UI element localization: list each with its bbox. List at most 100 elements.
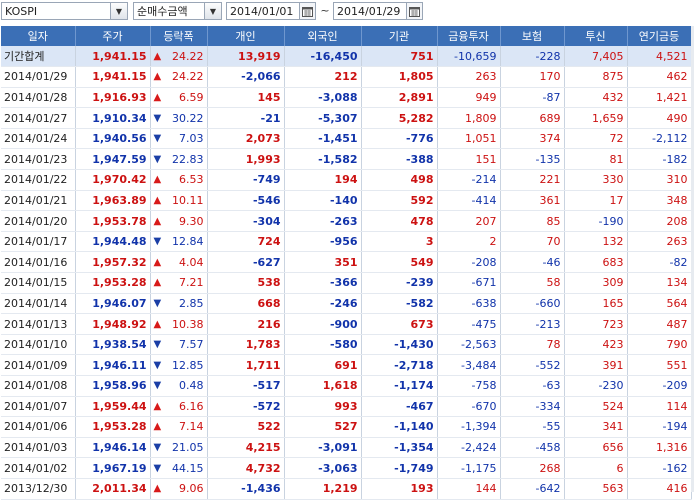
price-cell: 1,948.92 — [75, 313, 151, 335]
foreign-cell: -580 — [284, 334, 362, 356]
chevron-down-icon[interactable]: ▼ — [204, 3, 221, 19]
table-row[interactable]: 2014/01/08 1,958.96 ▼ 0.48 -517 1,618 -1,174 -7… — [1, 375, 692, 397]
financial-investment-cell: 263 — [437, 66, 501, 88]
table-row[interactable]: 2014/01/28 1,916.93 ▲ 6.59 145 -3,088 2,891 949… — [1, 87, 692, 109]
institution-cell: -388 — [361, 148, 438, 171]
individual-cell: -517 — [207, 375, 285, 397]
foreign-cell: -5,307 — [284, 107, 362, 129]
financial-investment-cell: 1,051 — [437, 128, 501, 150]
calendar-icon[interactable] — [299, 3, 315, 19]
investment-trust-cell: 432 — [564, 87, 628, 109]
foreign-cell: 527 — [284, 416, 362, 438]
change-value: 6.53 — [179, 173, 204, 187]
table-row[interactable]: 2014/01/07 1,959.44 ▲ 6.16 -572 993 -467 -670 -3… — [1, 396, 692, 418]
table-row[interactable]: 2014/01/03 1,946.14 ▼ 21.05 4,215 -3,091 -1,35… — [1, 437, 692, 459]
metric-select[interactable]: 순매수금액 ▼ — [133, 2, 222, 20]
insurance-cell: 58 — [500, 272, 565, 294]
financial-investment-cell: -414 — [437, 190, 501, 212]
table-row[interactable]: 2014/01/13 1,948.92 ▲ 10.38 216 -900 673 -475 -2… — [1, 313, 692, 335]
table-row[interactable]: 2014/01/24 1,940.56 ▼ 7.03 2,073 -1,451 -776 1,… — [1, 128, 692, 150]
col-header-foreign[interactable]: 외국인 — [284, 26, 362, 46]
change-value: 22.83 — [172, 152, 204, 166]
change-cell: ▼ 12.84 — [150, 231, 208, 253]
date-to-field[interactable]: 2014/01/29 — [333, 2, 423, 20]
col-header-pension[interactable]: 연기금등 — [627, 26, 692, 46]
change-value: 10.38 — [172, 317, 204, 331]
financial-investment-cell: -1,394 — [437, 416, 501, 438]
table-header-row: 일자 주가 등락폭 개인 외국인 기관 금융투자 보험 투신 연기금등 — [1, 26, 692, 46]
table-row[interactable]: 2014/01/17 1,944.48 ▼ 12.84 724 -956 3 2 70 132 26… — [1, 231, 692, 253]
foreign-cell: -3,088 — [284, 87, 362, 109]
institution-cell: -239 — [361, 272, 438, 294]
individual-cell: 2,073 — [207, 128, 285, 150]
financial-investment-cell: -2,563 — [437, 334, 501, 356]
col-header-individual[interactable]: 개인 — [207, 26, 285, 46]
date-cell: 2014/01/15 — [1, 272, 76, 294]
change-value: 4.04 — [179, 255, 204, 269]
table-row[interactable]: 2014/01/20 1,953.78 ▲ 9.30 -304 -263 478 207 85-… — [1, 210, 692, 232]
change-value: 7.03 — [179, 132, 204, 146]
col-header-insurance[interactable]: 보험 — [500, 26, 565, 46]
institution-cell: 592 — [361, 190, 438, 212]
pension-cell: 1,316 — [627, 437, 692, 459]
col-header-financial-investment[interactable]: 금융투자 — [437, 26, 501, 46]
foreign-cell: -140 — [284, 190, 362, 212]
change-value: 9.30 — [179, 214, 204, 228]
table-row[interactable]: 2014/01/14 1,946.07 ▼ 2.85 668 -246 -582 -638 -6… — [1, 293, 692, 315]
date-cell: 2014/01/22 — [1, 169, 76, 191]
table-row[interactable]: 2014/01/10 1,938.54 ▼ 7.57 1,783 -580 -1,430 -2… — [1, 334, 692, 356]
pension-cell: 564 — [627, 293, 692, 315]
pension-cell: 551 — [627, 354, 692, 376]
table-row[interactable]: 2014/01/02 1,967.19 ▼ 44.15 4,732 -3,063 -1,74… — [1, 457, 692, 479]
table-row[interactable]: 2014/01/27 1,910.34 ▼ 30.22 -21 -5,307 5,282 1,… — [1, 107, 692, 129]
table-row[interactable]: 2014/01/21 1,963.89 ▲ 10.11 -546 -140 592 -414 3… — [1, 190, 692, 212]
foreign-cell: -263 — [284, 210, 362, 232]
institution-cell: -1,140 — [361, 416, 438, 438]
date-from-field[interactable]: 2014/01/01 — [226, 2, 316, 20]
institution-cell: 498 — [361, 169, 438, 191]
summary-row[interactable]: 기간합계 1,941.15 ▲ 24.22 13,919 -16,450 751 -10,65… — [1, 46, 692, 68]
table-row[interactable]: 2014/01/29 1,941.15 ▲ 24.22 -2,066 212 1,805 26… — [1, 66, 692, 88]
date-cell: 2014/01/23 — [1, 148, 76, 171]
pension-cell: -2,112 — [627, 128, 692, 150]
price-cell: 1,958.96 — [75, 375, 151, 397]
change-cell: ▲ 6.16 — [150, 396, 208, 418]
change-value: 2.85 — [179, 296, 204, 310]
pension-cell: 4,521 — [627, 46, 692, 68]
date-cell: 2014/01/29 — [1, 66, 76, 88]
col-header-institution[interactable]: 기관 — [361, 26, 438, 46]
table-row[interactable]: 2013/12/30 2,011.34 ▲ 9.06 -1,436 1,219 193 144… — [1, 478, 692, 500]
date-cell: 기간합계 — [1, 46, 76, 68]
investment-trust-cell: 391 — [564, 354, 628, 376]
institution-cell: 2,891 — [361, 87, 438, 109]
investment-trust-cell: 17 — [564, 190, 628, 212]
triangle-up-icon: ▲ — [153, 483, 162, 495]
price-cell: 1,916.93 — [75, 87, 151, 109]
price-cell: 1,946.14 — [75, 437, 151, 459]
col-header-price[interactable]: 주가 — [75, 26, 151, 46]
col-header-change[interactable]: 등락폭 — [150, 26, 208, 46]
investment-trust-cell: 423 — [564, 334, 628, 356]
table-row[interactable]: 2014/01/15 1,953.28 ▲ 7.21 538 -366 -239 -671 58… — [1, 272, 692, 294]
table-row[interactable]: 2014/01/22 1,970.42 ▲ 6.53 -749 194 498 -214 221… — [1, 169, 692, 191]
table-row[interactable]: 2014/01/06 1,953.28 ▲ 7.14 522 527 -1,140 -1,39… — [1, 416, 692, 438]
triangle-up-icon: ▲ — [153, 91, 162, 103]
insurance-cell: 221 — [500, 169, 565, 191]
col-header-date[interactable]: 일자 — [1, 26, 76, 46]
chevron-down-icon[interactable]: ▼ — [110, 3, 127, 19]
market-select[interactable]: KOSPI ▼ — [1, 2, 128, 20]
col-header-investment-trust[interactable]: 투신 — [564, 26, 628, 46]
foreign-cell: 212 — [284, 66, 362, 88]
calendar-icon[interactable] — [406, 3, 422, 19]
change-value: 12.85 — [172, 358, 204, 372]
date-cell: 2014/01/21 — [1, 190, 76, 212]
change-value: 6.59 — [179, 90, 204, 104]
change-cell: ▲ 4.04 — [150, 251, 208, 274]
date-from-value: 2014/01/01 — [230, 4, 294, 18]
individual-cell: -572 — [207, 396, 285, 418]
date-cell: 2014/01/17 — [1, 231, 76, 253]
table-row[interactable]: 2014/01/16 1,957.32 ▲ 4.04 -627 351 549 -208 -46… — [1, 251, 692, 274]
insurance-cell: 70 — [500, 231, 565, 253]
table-row[interactable]: 2014/01/09 1,946.11 ▼ 12.85 1,711 691 -2,718 -3… — [1, 354, 692, 376]
table-row[interactable]: 2014/01/23 1,947.59 ▼ 22.83 1,993 -1,582 -388 1… — [1, 148, 692, 171]
